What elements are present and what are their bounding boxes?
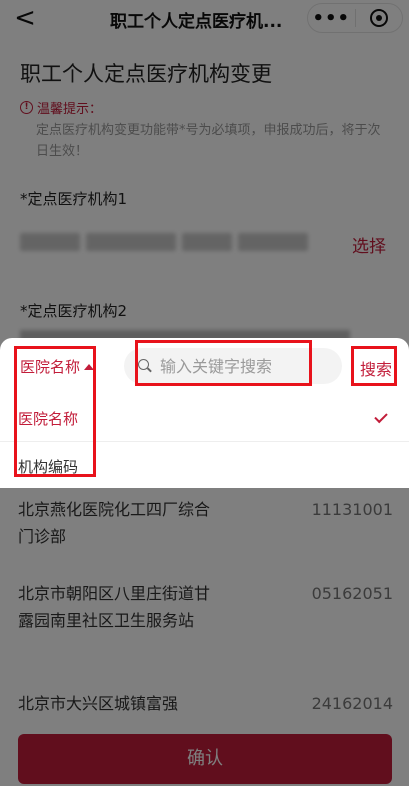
caret-up-icon <box>84 363 95 370</box>
search-input[interactable] <box>160 356 330 376</box>
search-bar: 医院名称 搜索 <box>0 338 409 396</box>
search-filter-sheet: 医院名称 搜索 医院名称 机构编码 <box>0 338 409 488</box>
filter-option-hospital-name[interactable]: 医院名称 <box>0 396 409 442</box>
option-label: 医院名称 <box>18 410 79 428</box>
search-icon <box>138 359 152 373</box>
option-label: 机构编码 <box>18 457 79 476</box>
check-icon <box>374 409 388 424</box>
search-box[interactable] <box>124 348 342 384</box>
filter-type-select[interactable]: 医院名称 <box>20 356 95 377</box>
search-button[interactable]: 搜索 <box>360 356 392 380</box>
filter-type-label: 医院名称 <box>20 358 81 376</box>
filter-option-institution-code[interactable]: 机构编码 <box>0 443 409 489</box>
